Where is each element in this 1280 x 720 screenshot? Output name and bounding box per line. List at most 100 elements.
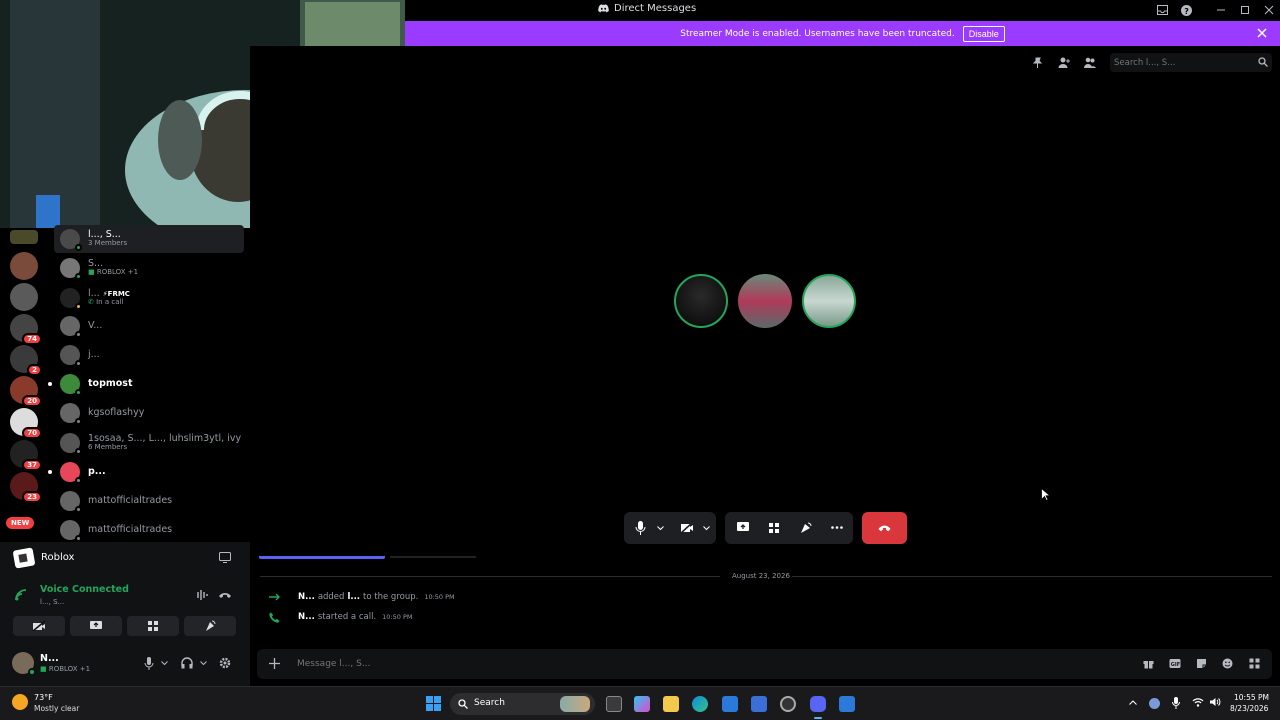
tray-app-icon[interactable] <box>1149 698 1160 709</box>
server-icon[interactable]: 74 <box>10 314 42 345</box>
file-explorer-icon[interactable] <box>663 696 679 712</box>
participant-avatar[interactable] <box>674 274 728 328</box>
dm-item[interactable]: mattofficialtrades <box>54 487 244 515</box>
noise-suppression-icon[interactable] <box>194 590 208 600</box>
headphones-icon[interactable] <box>181 657 193 669</box>
user-status[interactable]: ■ ROBLOX +1 <box>40 665 90 673</box>
message-input[interactable] <box>297 656 997 672</box>
server-icon[interactable]: 20 <box>10 376 42 407</box>
start-icon[interactable] <box>426 696 441 711</box>
close-banner-icon[interactable] <box>1257 28 1267 38</box>
store-icon[interactable] <box>722 696 738 712</box>
copilot-icon[interactable] <box>634 696 650 712</box>
server-icon[interactable]: 70 <box>10 408 42 439</box>
disable-streamer-mode-button[interactable]: Disable <box>962 25 1005 42</box>
server-icon[interactable]: 37 <box>10 440 42 471</box>
dm-item[interactable]: kgsoflashyy <box>54 399 244 427</box>
edge-icon[interactable] <box>692 696 708 712</box>
sticker-icon[interactable] <box>1196 658 1207 669</box>
taskbar-search[interactable]: Search <box>450 693 595 715</box>
chevron-down-icon[interactable] <box>161 661 168 666</box>
clock-time[interactable]: 10:55 PM <box>1234 693 1269 702</box>
pin-icon[interactable] <box>1032 57 1043 68</box>
search-input[interactable] <box>1114 55 1254 70</box>
tray-microphone-icon[interactable] <box>1172 697 1180 709</box>
soundboard-button[interactable] <box>184 616 236 636</box>
more-options-icon[interactable] <box>831 526 843 529</box>
chevron-down-icon[interactable] <box>703 526 710 531</box>
weather-icon[interactable] <box>12 694 28 710</box>
user-avatar[interactable] <box>12 652 36 676</box>
message-author[interactable]: N... <box>298 612 315 622</box>
activities-icon[interactable] <box>768 522 780 534</box>
clock-date[interactable]: 8/23/2026 <box>1230 704 1268 713</box>
app-icon[interactable] <box>780 696 796 712</box>
participant-avatar[interactable] <box>738 274 792 328</box>
new-badge[interactable]: NEW <box>6 517 35 529</box>
microphone-icon[interactable] <box>144 657 154 670</box>
camera-toggle[interactable] <box>680 522 694 534</box>
dm-item[interactable]: topmost <box>54 370 244 398</box>
discord-taskbar-icon[interactable] <box>810 696 826 712</box>
help-icon[interactable]: ? <box>1178 3 1194 17</box>
soundboard-icon[interactable] <box>800 522 812 534</box>
activities-button[interactable] <box>127 616 179 636</box>
message-target[interactable]: l... <box>347 592 360 602</box>
server-icon[interactable] <box>10 283 38 311</box>
close-window-icon[interactable] <box>1261 3 1277 17</box>
task-view-icon[interactable] <box>606 696 622 712</box>
screen-share-icon[interactable] <box>736 521 750 534</box>
message-author[interactable]: N... <box>298 592 315 602</box>
disconnect-icon[interactable] <box>218 591 232 599</box>
screen-share-icon <box>90 621 102 629</box>
dm-item[interactable]: 1sosaa, S..., L..., luhslim3ytl, ivy 6 Me… <box>54 429 244 457</box>
wifi-icon[interactable] <box>1192 697 1204 707</box>
dm-item[interactable]: j... <box>54 341 244 369</box>
dm-item[interactable]: mattofficialtrades <box>54 516 244 544</box>
volume-icon[interactable] <box>1209 697 1221 707</box>
server-icon[interactable] <box>10 230 38 244</box>
user-name[interactable]: N... <box>40 653 59 664</box>
server-icon[interactable] <box>10 252 38 280</box>
apps-icon[interactable] <box>1249 658 1260 669</box>
voice-status[interactable]: Voice Connected <box>40 584 129 595</box>
microphone-toggle[interactable] <box>635 521 646 535</box>
voice-channel[interactable]: l..., S... <box>40 598 64 606</box>
chevron-down-icon[interactable] <box>200 661 207 666</box>
minimize-icon[interactable] <box>1213 3 1229 17</box>
maximize-icon[interactable] <box>1237 3 1253 17</box>
chevron-down-icon[interactable] <box>657 526 664 531</box>
signal-icon[interactable] <box>14 588 28 602</box>
weather-desc[interactable]: Mostly clear <box>34 704 79 713</box>
server-icon[interactable]: 2 <box>10 345 42 376</box>
gif-icon[interactable]: GIF <box>1169 658 1181 669</box>
weather-temp[interactable]: 73°F <box>34 693 53 702</box>
dm-item[interactable]: p... <box>54 458 244 486</box>
share-screen-button[interactable] <box>70 616 122 636</box>
participant-avatar[interactable] <box>802 274 856 328</box>
hang-up-icon <box>878 524 891 532</box>
emoji-icon[interactable] <box>1222 658 1233 669</box>
add-friend-icon[interactable] <box>1058 57 1070 68</box>
camera-off-button[interactable] <box>13 616 65 636</box>
resize-handle[interactable] <box>259 556 385 559</box>
gift-icon[interactable] <box>1143 658 1154 669</box>
attach-plus-icon[interactable] <box>269 658 280 669</box>
member-list-icon[interactable] <box>1084 57 1096 68</box>
dm-item[interactable]: V... <box>54 312 244 340</box>
mail-icon[interactable] <box>751 696 767 712</box>
dm-item[interactable]: l..., S... 3 Members <box>54 225 244 253</box>
stream-game-icon[interactable] <box>219 552 231 563</box>
chevron-up-icon[interactable] <box>1129 700 1137 705</box>
end-call-button[interactable] <box>862 512 907 544</box>
avatar <box>60 462 82 484</box>
discord-icon <box>598 4 609 13</box>
dm-item[interactable]: S... ■ ROBLOX +1 <box>54 254 244 282</box>
search-box[interactable] <box>1110 53 1272 72</box>
server-icon[interactable]: 23 <box>10 472 42 503</box>
app-icon[interactable] <box>839 696 855 712</box>
dm-item[interactable]: l... ⚡FRMC ✆ In a call <box>54 284 244 312</box>
inbox-icon[interactable] <box>1154 3 1170 17</box>
settings-gear-icon[interactable] <box>219 657 231 669</box>
mouse-cursor <box>1041 488 1050 501</box>
